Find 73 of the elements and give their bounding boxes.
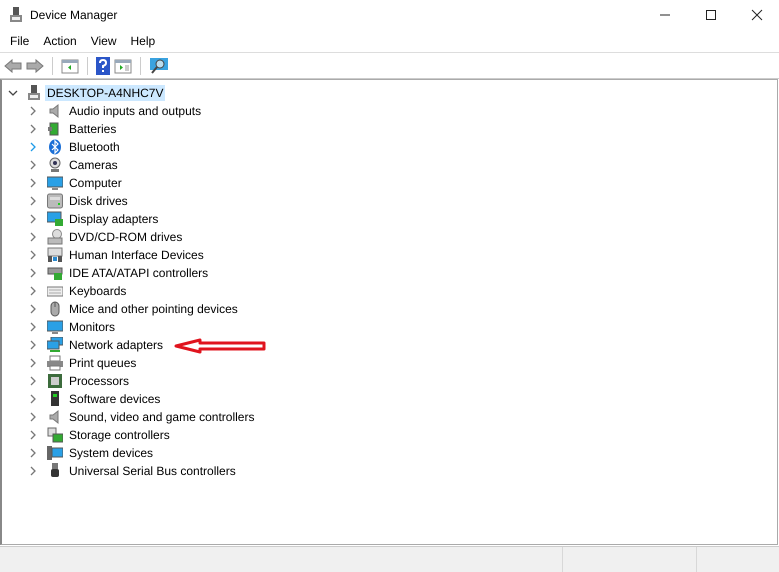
disc-drive-icon (47, 229, 63, 245)
tree-item[interactable]: Software devices (67, 391, 162, 407)
expand-chevron-icon[interactable] (28, 250, 38, 260)
expand-chevron-icon[interactable] (28, 178, 38, 188)
tree-item[interactable]: IDE ATA/ATAPI controllers (67, 265, 210, 281)
expand-chevron-icon[interactable] (28, 430, 38, 440)
tree-item[interactable]: Audio inputs and outputs (67, 103, 204, 119)
expand-chevron-icon[interactable] (28, 304, 38, 314)
expand-chevron-icon[interactable] (28, 142, 38, 152)
close-icon[interactable] (751, 9, 763, 21)
tree-item[interactable]: Sound, video and game controllers (67, 409, 256, 425)
tree-item[interactable]: Batteries (67, 121, 118, 137)
menu-item[interactable]: Action (37, 34, 83, 48)
properties-window-icon[interactable] (61, 58, 79, 74)
collapse-chevron-icon[interactable] (8, 88, 18, 98)
tree-item[interactable]: DVD/CD-ROM drives (67, 229, 184, 245)
expand-chevron-icon[interactable] (28, 376, 38, 386)
tree-item[interactable]: Print queues (67, 355, 138, 371)
expand-chevron-icon[interactable] (28, 466, 38, 476)
expand-chevron-icon[interactable] (28, 232, 38, 242)
menu-item[interactable]: File (4, 34, 36, 48)
tree-item[interactable]: Storage controllers (67, 427, 172, 443)
display-card-icon (47, 211, 63, 227)
expand-chevron-icon[interactable] (28, 124, 38, 134)
tree-item[interactable]: Bluetooth (67, 139, 122, 155)
tree-item[interactable]: Mice and other pointing devices (67, 301, 240, 317)
update-window-icon[interactable] (114, 58, 132, 74)
tree-item[interactable]: System devices (67, 445, 156, 461)
tree-item[interactable]: Computer (67, 175, 124, 191)
expand-chevron-icon[interactable] (28, 394, 38, 404)
system-icon (47, 445, 63, 461)
forward-arrow-icon[interactable] (26, 58, 44, 74)
expand-chevron-icon[interactable] (28, 214, 38, 224)
tree-item[interactable]: Disk drives (67, 193, 130, 209)
maximize-icon[interactable] (705, 9, 717, 21)
expand-chevron-icon[interactable] (28, 268, 38, 278)
tree-item[interactable]: Processors (67, 373, 132, 389)
menu-item[interactable]: View (84, 34, 122, 48)
storage-icon (47, 427, 63, 443)
tree-item[interactable]: Monitors (67, 319, 118, 335)
expand-chevron-icon[interactable] (28, 322, 38, 332)
expand-chevron-icon[interactable] (28, 448, 38, 458)
expand-chevron-icon[interactable] (28, 340, 38, 350)
expand-chevron-icon[interactable] (28, 196, 38, 206)
back-arrow-icon[interactable] (4, 58, 22, 74)
printer-icon (47, 355, 63, 371)
expand-chevron-icon[interactable] (28, 358, 38, 368)
chip-icon (47, 373, 63, 389)
tree-item[interactable]: Cameras (67, 157, 120, 173)
expand-chevron-icon[interactable] (28, 412, 38, 422)
help-icon[interactable] (96, 56, 110, 74)
bluetooth-icon (47, 139, 63, 155)
scan-monitor-icon[interactable] (149, 56, 169, 74)
webcam-icon (47, 157, 63, 173)
menu-item[interactable]: Help (124, 34, 162, 48)
tree-item[interactable]: Display adapters (67, 211, 160, 227)
device-manager-icon (9, 7, 23, 23)
computer-icon (27, 85, 41, 101)
window-title: Device Manager (30, 8, 118, 22)
tree-item[interactable]: Universal Serial Bus controllers (67, 463, 238, 479)
keyboard-device-icon (47, 247, 63, 263)
monitor-icon (47, 175, 63, 191)
disk-drive-icon (47, 193, 63, 209)
monitor-icon (47, 319, 63, 335)
controller-card-icon (47, 265, 63, 281)
expand-chevron-icon[interactable] (28, 106, 38, 116)
tree-item[interactable]: Keyboards (67, 283, 128, 299)
expand-chevron-icon[interactable] (28, 286, 38, 296)
tree-item[interactable]: DESKTOP-A4NHC7V (45, 85, 166, 101)
network-icon (47, 337, 63, 353)
expand-chevron-icon[interactable] (28, 160, 38, 170)
tree-item[interactable]: Network adapters (67, 337, 166, 353)
tree-item[interactable]: Human Interface Devices (67, 247, 206, 263)
